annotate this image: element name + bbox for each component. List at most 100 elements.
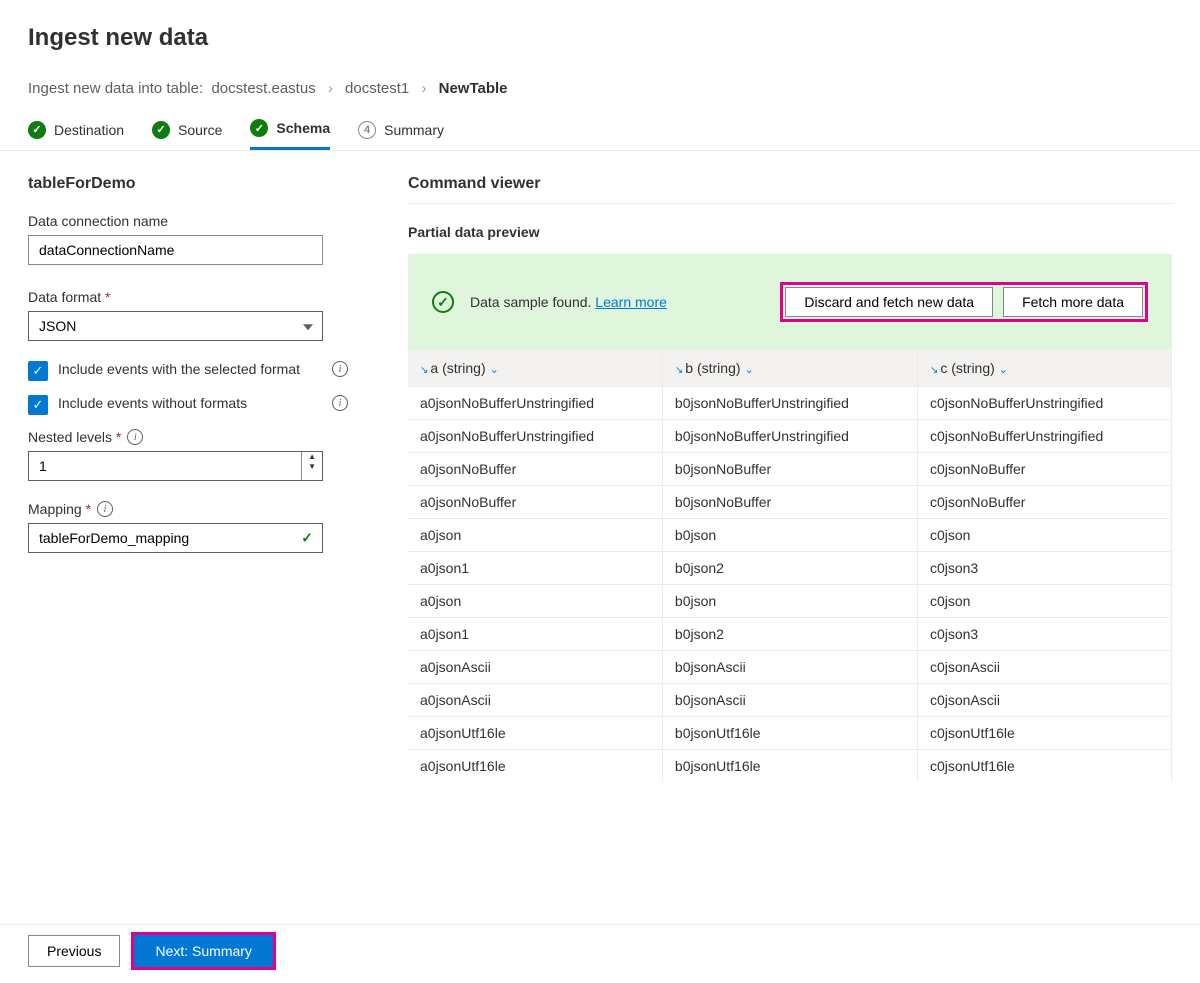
highlight-annotation: Discard and fetch new data Fetch more da… xyxy=(780,282,1148,322)
previous-button[interactable]: Previous xyxy=(28,935,120,967)
checkbox-without-formats[interactable]: ✓ Include events without formats i xyxy=(28,395,348,415)
step-label: Schema xyxy=(276,120,330,136)
mapping-input[interactable] xyxy=(28,523,323,553)
table-row: a0jsonAsciib0jsonAsciic0jsonAscii xyxy=(408,651,1172,684)
info-icon[interactable]: i xyxy=(332,361,348,377)
step-source[interactable]: ✓ Source xyxy=(152,119,222,150)
breadcrumb-prefix: Ingest new data into table: xyxy=(28,80,203,97)
table-cell: a0jsonNoBuffer xyxy=(408,486,662,519)
table-cell: b0jsonAscii xyxy=(662,684,917,717)
column-type-icon: ↘ xyxy=(420,365,428,376)
info-icon[interactable]: i xyxy=(332,395,348,411)
info-icon[interactable]: i xyxy=(127,429,143,445)
table-row: a0jsonNoBufferb0jsonNoBufferc0jsonNoBuff… xyxy=(408,453,1172,486)
table-cell: a0json1 xyxy=(408,552,662,585)
success-icon: ✓ xyxy=(432,291,454,313)
column-type-icon: ↘ xyxy=(930,365,938,376)
table-cell: a0json xyxy=(408,519,662,552)
table-row: a0jsonNoBufferUnstringifiedb0jsonNoBuffe… xyxy=(408,387,1172,420)
check-icon: ✓ xyxy=(250,119,268,137)
nested-levels-stepper[interactable]: ▲ ▼ xyxy=(28,451,323,481)
table-cell: b0json xyxy=(662,585,917,618)
table-cell: a0jsonNoBuffer xyxy=(408,453,662,486)
discard-fetch-button[interactable]: Discard and fetch new data xyxy=(785,287,993,317)
table-cell: b0jsonAscii xyxy=(662,651,917,684)
table-cell: b0jsonUtf16le xyxy=(662,717,917,750)
breadcrumb-item[interactable]: docstest.eastus xyxy=(211,80,315,97)
step-up-icon[interactable]: ▲ xyxy=(302,452,322,462)
table-cell: c0json xyxy=(917,519,1171,552)
mapping-label: Mapping xyxy=(28,501,91,517)
learn-more-link[interactable]: Learn more xyxy=(595,294,667,310)
check-icon: ✓ xyxy=(28,121,46,139)
checkbox-label: Include events with the selected format xyxy=(58,361,300,377)
table-cell: c0jsonNoBufferUnstringified xyxy=(917,420,1171,453)
table-cell: b0json2 xyxy=(662,618,917,651)
step-summary[interactable]: 4 Summary xyxy=(358,119,444,150)
table-cell: c0json3 xyxy=(917,618,1171,651)
step-label: Source xyxy=(178,122,222,138)
table-cell: b0jsonNoBuffer xyxy=(662,453,917,486)
table-row: a0jsonNoBufferUnstringifiedb0jsonNoBuffe… xyxy=(408,420,1172,453)
table-row: a0jsonb0jsonc0json xyxy=(408,519,1172,552)
column-header[interactable]: ↘b (string)⌄ xyxy=(662,350,917,387)
table-cell: a0json xyxy=(408,585,662,618)
table-row: a0jsonAsciib0jsonAsciic0jsonAscii xyxy=(408,684,1172,717)
nested-levels-input[interactable] xyxy=(29,452,301,480)
column-type-icon: ↘ xyxy=(675,365,683,376)
table-cell: c0jsonNoBuffer xyxy=(917,486,1171,519)
column-header[interactable]: ↘c (string)⌄ xyxy=(917,350,1171,387)
table-cell: c0jsonUtf16le xyxy=(917,750,1171,783)
table-cell: c0json xyxy=(917,585,1171,618)
step-destination[interactable]: ✓ Destination xyxy=(28,119,124,150)
breadcrumb-item-current: NewTable xyxy=(439,80,508,97)
preview-panel: Command viewer Partial data preview ✓ Da… xyxy=(408,175,1172,782)
valid-check-icon: ✓ xyxy=(301,530,313,547)
step-down-icon[interactable]: ▼ xyxy=(302,462,322,472)
checkbox-selected-format[interactable]: ✓ Include events with the selected forma… xyxy=(28,361,348,381)
table-row: a0json1b0json2c0json3 xyxy=(408,618,1172,651)
table-row: a0jsonUtf16leb0jsonUtf16lec0jsonUtf16le xyxy=(408,750,1172,783)
table-cell: a0jsonAscii xyxy=(408,684,662,717)
table-name-heading: tableForDemo xyxy=(28,175,348,193)
data-sample-alert: ✓ Data sample found. Learn more Discard … xyxy=(408,254,1172,350)
table-row: a0json1b0json2c0json3 xyxy=(408,552,1172,585)
data-format-label: Data format xyxy=(28,289,110,305)
data-format-select[interactable] xyxy=(28,311,323,341)
alert-text: Data sample found. Learn more xyxy=(470,294,766,310)
chevron-down-icon: ⌄ xyxy=(745,364,754,376)
wizard-steps: ✓ Destination ✓ Source ✓ Schema 4 Summar… xyxy=(0,119,1200,151)
checkbox-label: Include events without formats xyxy=(58,395,247,411)
table-cell: a0jsonUtf16le xyxy=(408,717,662,750)
table-cell: a0jsonNoBufferUnstringified xyxy=(408,420,662,453)
chevron-down-icon: ⌄ xyxy=(490,364,499,376)
table-cell: b0jsonNoBuffer xyxy=(662,486,917,519)
column-header[interactable]: ↘a (string)⌄ xyxy=(408,350,662,387)
chevron-down-icon: ⌄ xyxy=(999,364,1008,376)
checkbox-checked-icon: ✓ xyxy=(28,395,48,415)
table-cell: c0jsonUtf16le xyxy=(917,717,1171,750)
step-number-icon: 4 xyxy=(358,121,376,139)
nested-levels-label: Nested levels xyxy=(28,429,121,445)
conn-name-input[interactable] xyxy=(28,235,323,265)
conn-name-label: Data connection name xyxy=(28,213,348,229)
next-summary-button[interactable]: Next: Summary xyxy=(134,935,272,967)
info-icon[interactable]: i xyxy=(97,501,113,517)
chevron-right-icon: › xyxy=(328,80,333,97)
command-viewer-heading: Command viewer xyxy=(408,175,1172,204)
breadcrumb: Ingest new data into table: docstest.eas… xyxy=(28,80,1172,97)
table-row: a0jsonNoBufferb0jsonNoBufferc0jsonNoBuff… xyxy=(408,486,1172,519)
table-cell: b0json2 xyxy=(662,552,917,585)
page-title: Ingest new data xyxy=(28,24,1172,52)
fetch-more-button[interactable]: Fetch more data xyxy=(1003,287,1143,317)
chevron-right-icon: › xyxy=(421,80,426,97)
step-label: Summary xyxy=(384,122,444,138)
table-cell: b0jsonUtf16le xyxy=(662,750,917,783)
step-schema[interactable]: ✓ Schema xyxy=(250,119,330,150)
form-panel: tableForDemo Data connection name Data f… xyxy=(28,175,348,782)
breadcrumb-item[interactable]: docstest1 xyxy=(345,80,409,97)
table-cell: c0json3 xyxy=(917,552,1171,585)
table-cell: a0jsonNoBufferUnstringified xyxy=(408,387,662,420)
preview-table: ↘a (string)⌄↘b (string)⌄↘c (string)⌄ a0j… xyxy=(408,350,1172,782)
table-cell: b0jsonNoBufferUnstringified xyxy=(662,387,917,420)
